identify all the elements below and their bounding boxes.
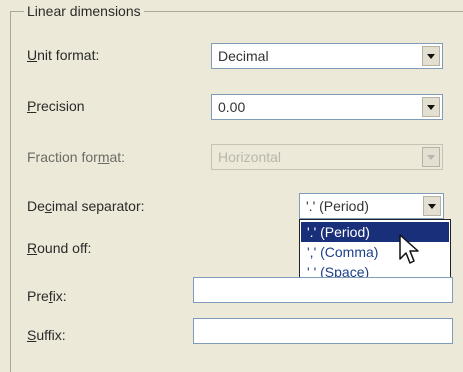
precision-label: Precision — [27, 98, 85, 114]
unit-format-combo[interactable]: Decimal — [211, 43, 443, 69]
suffix-label: Suffix: — [27, 327, 66, 343]
decimal-separator-label: Decimal separator: — [27, 198, 145, 214]
suffix-input[interactable] — [193, 318, 453, 344]
mouse-pointer-icon — [399, 234, 419, 264]
group-title: Linear dimensions — [24, 3, 144, 19]
decimal-separator-dropdown: '.' (Period) ',' (Comma) ' ' (Space) — [299, 219, 451, 285]
chevron-down-icon[interactable] — [422, 97, 440, 117]
decimal-separator-combo[interactable]: '.' (Period) — [299, 193, 444, 219]
chevron-down-icon[interactable] — [422, 46, 440, 66]
unit-format-value: Decimal — [218, 48, 269, 64]
fraction-format-value: Horizontal — [218, 149, 282, 165]
decimal-separator-value: '.' (Period) — [306, 198, 369, 214]
fraction-format-label: Fraction format: — [27, 149, 126, 165]
precision-value: 0.00 — [218, 99, 246, 115]
unit-format-label: Unit format: — [27, 47, 100, 63]
precision-combo[interactable]: 0.00 — [211, 94, 443, 120]
round-off-label: Round off: — [27, 240, 92, 256]
chevron-down-icon[interactable] — [423, 196, 441, 216]
fraction-format-combo: Horizontal — [211, 144, 443, 170]
option-comma[interactable]: ',' (Comma) — [301, 242, 449, 262]
prefix-label: Prefix: — [27, 288, 67, 304]
prefix-input[interactable] — [193, 277, 453, 303]
chevron-down-icon — [422, 147, 440, 167]
option-period[interactable]: '.' (Period) — [301, 222, 449, 242]
